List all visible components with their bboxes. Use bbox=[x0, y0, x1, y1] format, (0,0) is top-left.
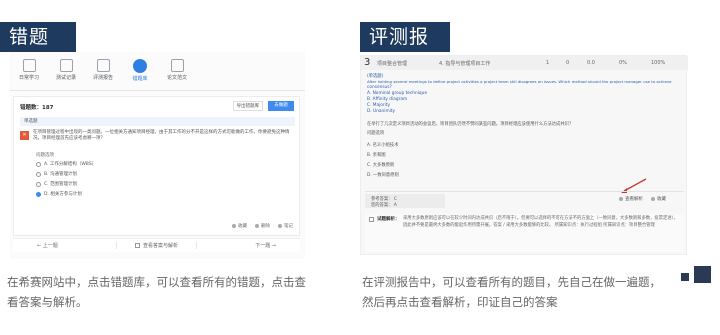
record-icon bbox=[59, 59, 73, 72]
question-text: 在项目管理过程中出现的一类问题。一位相关方通知项目经理，由于其工作的分不开是这样… bbox=[33, 130, 290, 141]
nav-item-test-records[interactable]: 测试记录 bbox=[48, 52, 84, 88]
nav-item-papers[interactable]: 论文范文 bbox=[159, 52, 195, 88]
export-button[interactable]: 导出错题库 bbox=[232, 101, 263, 111]
my-answer: 您的答案： A bbox=[371, 203, 397, 208]
wrong-book-icon bbox=[133, 58, 147, 73]
stat-col: 0.0 bbox=[587, 60, 595, 66]
options-label: 问题选项 bbox=[36, 153, 54, 158]
stat-col: 0% bbox=[619, 60, 627, 66]
option-line: C. 大多数原则 bbox=[367, 163, 395, 168]
option-label: B. 沟通管理计划 bbox=[44, 172, 77, 177]
report-header: 3 项目整合管理 4. 指导与管理项目工作 1 0 0.0 0% 100% bbox=[361, 56, 688, 70]
delete-button[interactable]: 删除 bbox=[255, 223, 270, 229]
next-button[interactable]: 下一题 → bbox=[255, 242, 276, 249]
note-button[interactable]: 笔记 bbox=[278, 223, 293, 229]
favorite-label: 收藏 bbox=[657, 197, 666, 202]
question-type: 单选题 bbox=[20, 117, 295, 126]
question-line-cn: 在举行了几次定义项目活动的会议后，项目团队仍然不赞同某些问题。项目经理应该使用什… bbox=[367, 122, 574, 127]
question-number: 3 bbox=[364, 57, 371, 68]
option-line: A. 名义小组技术 bbox=[367, 143, 399, 148]
favorite-button[interactable]: 收藏 bbox=[651, 196, 666, 202]
trash-icon bbox=[255, 224, 259, 228]
question-line: consensus? bbox=[367, 85, 392, 90]
radio-icon bbox=[36, 171, 41, 177]
stat-col: 1 bbox=[546, 60, 550, 66]
stat-col: 0 bbox=[566, 60, 570, 66]
practice-button[interactable]: 去做题 bbox=[268, 101, 294, 111]
option-b[interactable]: B. 沟通管理计划 bbox=[36, 171, 77, 177]
nav-label: 论文范文 bbox=[166, 75, 187, 81]
note-label: 笔记 bbox=[284, 224, 293, 229]
divider bbox=[10, 90, 305, 91]
option-line: D. 一致同意原则 bbox=[367, 173, 399, 178]
card-footer: 收藏 删除 笔记 bbox=[232, 223, 293, 229]
question-line: B. Affinity diagram bbox=[367, 97, 408, 102]
doc-icon bbox=[134, 243, 140, 248]
nav-item-report[interactable]: 评测报告 bbox=[85, 52, 121, 88]
radio-icon bbox=[36, 191, 41, 197]
nav-item-daily-study[interactable]: 日常学习 bbox=[11, 52, 47, 88]
nav-item-wrong-book[interactable]: 错题库 bbox=[122, 52, 158, 88]
option-label: C. 范围管理计划 bbox=[44, 182, 78, 187]
nav-label: 评测报告 bbox=[92, 75, 113, 81]
decor-square-large bbox=[694, 266, 711, 283]
option-c[interactable]: C. 范围管理计划 bbox=[36, 181, 77, 187]
view-answer-label: 查看答案与解析 bbox=[142, 243, 178, 249]
nav-label: 错题库 bbox=[132, 75, 148, 82]
question-line: A. Nominal group technique bbox=[367, 91, 428, 96]
collect-button[interactable]: 收藏 bbox=[232, 223, 247, 229]
question-body: ✕ 在项目管理过程中出现的一类问题。一位相关方通知项目经理，由于其工作的分不开是… bbox=[20, 130, 295, 148]
analysis-label: 试题解析： bbox=[377, 217, 400, 222]
question-line: After holding several meetings to define… bbox=[367, 79, 672, 84]
nav-label: 测试记录 bbox=[55, 75, 76, 81]
option-d[interactable]: D. 相关方参与计划 bbox=[36, 191, 82, 197]
option-a[interactable]: A. 工作分解结构（WBS） bbox=[36, 161, 96, 167]
caption-right: 在评测报告中，可以查看所有的题目，先自己在做一遍题，然后再点击查看解析，印证自己… bbox=[362, 275, 661, 309]
view-answer-button[interactable]: 查看答案与解析 bbox=[115, 242, 197, 249]
wrong-mark-icon: ✕ bbox=[20, 131, 29, 140]
radio-icon bbox=[36, 161, 41, 167]
view-analysis-button[interactable]: 查看解析 bbox=[619, 196, 643, 202]
radio-icon bbox=[36, 181, 41, 187]
report-icon bbox=[96, 59, 110, 72]
decor-square-small bbox=[681, 273, 689, 281]
wrong-book-screenshot: 日常学习 测试记录 评测报告 错题库 论文范文 错题数：187 导出错题库 去做… bbox=[10, 52, 305, 259]
option-label: D. 相关方参与计划 bbox=[44, 192, 82, 197]
question-card: 错题数：187 导出错题库 去做题 单选题 ✕ 在项目管理过程中出现的一类问题。… bbox=[13, 96, 300, 236]
star-icon bbox=[651, 197, 655, 201]
collect-label: 收藏 bbox=[238, 224, 247, 229]
nav-label: 日常学习 bbox=[18, 75, 39, 81]
question-line: D. Unanimity bbox=[367, 109, 396, 114]
delete-label: 删除 bbox=[261, 224, 270, 229]
knowledge-area: 项目整合管理 bbox=[377, 61, 408, 67]
report-badge: 评测报告 bbox=[360, 22, 450, 78]
view-analysis-label: 查看解析 bbox=[625, 197, 643, 202]
divider bbox=[365, 191, 684, 192]
checkbox-icon bbox=[369, 217, 374, 222]
book-icon bbox=[22, 59, 36, 72]
pager: ← 上一题 查看答案与解析 下一题 → bbox=[13, 238, 300, 252]
report-screenshot: 3 项目整合管理 4. 指导与管理项目工作 1 0 0.0 0% 100% (单… bbox=[360, 55, 688, 255]
analysis-icon bbox=[619, 197, 623, 201]
top-nav: 日常学习 测试记录 评测报告 错题库 论文范文 bbox=[10, 52, 305, 88]
wrong-book-badge: 错题库 bbox=[0, 22, 76, 78]
star-icon bbox=[232, 224, 236, 228]
wrong-count: 错题数：187 bbox=[20, 105, 54, 111]
caption-left: 在希赛网站中，点击错题库，可以查看所有的错题，点击查看答案与解析。 bbox=[7, 275, 306, 309]
note-icon bbox=[278, 224, 282, 228]
stat-col: 100% bbox=[651, 60, 666, 66]
question-line-cn: 问题选项 bbox=[367, 131, 385, 136]
process-name: 4. 指导与管理项目工作 bbox=[439, 61, 491, 67]
option-line: B. 亲和图 bbox=[367, 153, 386, 158]
prev-button[interactable]: ← 上一题 bbox=[37, 242, 58, 249]
analysis-text: 采用大多数原则应该可以在较少时间内达成共识（后不限于）。但要可以选择的不可在方法… bbox=[403, 216, 678, 228]
analysis-block: 试题解析： 采用大多数原则应该可以在较少时间内达成共识（后不限于）。但要可以选择… bbox=[365, 214, 684, 252]
option-label: A. 工作分解结构（WBS） bbox=[44, 162, 97, 167]
paper-icon bbox=[170, 59, 184, 72]
question-line: C. Majority bbox=[367, 103, 391, 108]
